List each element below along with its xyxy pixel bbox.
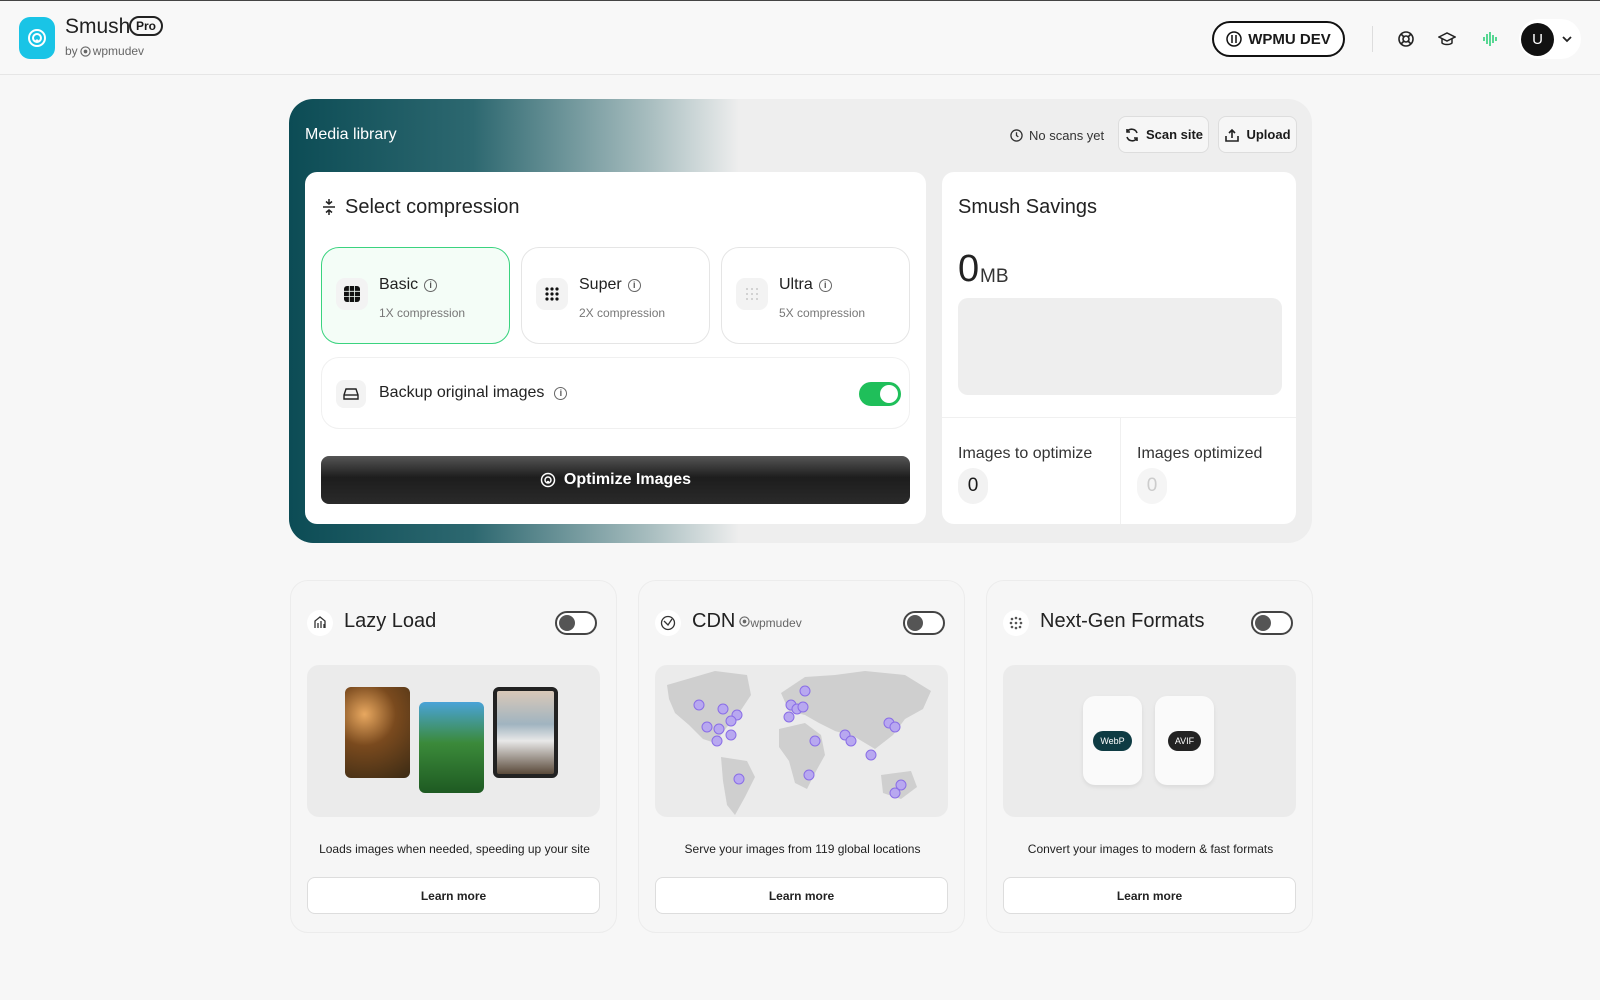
webp-chip: WebP (1083, 696, 1142, 785)
upload-icon (1225, 128, 1240, 142)
world-map-icon (667, 671, 931, 815)
smush-savings-card: Smush Savings 0 MB Images to optimize 0 … (942, 172, 1296, 524)
wpmu-dev-button[interactable]: WPMU DEV (1212, 21, 1345, 57)
images-to-optimize-count: 0 (958, 468, 988, 504)
savings-title: Smush Savings (958, 196, 1097, 218)
divider (1120, 417, 1121, 524)
top-header: Smush Pro by wpmudev WPMU DEV U (0, 0, 1600, 75)
next-gen-formats-icon (1003, 610, 1029, 636)
info-icon[interactable]: i (554, 386, 568, 400)
photo-placeholder (345, 687, 410, 778)
cdn-icon (655, 610, 681, 636)
savings-graph-placeholder (958, 298, 1282, 395)
media-library-title: Media library (305, 126, 397, 143)
lazy-load-toggle[interactable] (555, 611, 597, 635)
next-gen-formats-card: Next-Gen Formats WebP AVIF Convert your … (986, 580, 1313, 933)
clock-icon (1010, 129, 1023, 142)
avif-chip: AVIF (1155, 696, 1214, 785)
smush-logo-icon[interactable] (19, 17, 55, 59)
by-text: by (65, 44, 78, 58)
account-menu[interactable]: U (1519, 19, 1581, 59)
basic-sub: 1X compression (379, 306, 466, 320)
upload-label: Upload (1246, 127, 1291, 142)
savings-value: 0 (958, 248, 980, 290)
drive-icon (336, 380, 366, 408)
avatar[interactable]: U (1521, 22, 1554, 56)
scan-status: No scans yet (1010, 128, 1104, 143)
next-gen-formats-toggle[interactable] (1251, 611, 1293, 635)
super-label: Super i (579, 276, 641, 294)
grid-dense-icon (336, 278, 368, 310)
wpmu-dev-label: WPMU DEV (1248, 30, 1331, 48)
scan-site-button[interactable]: Scan site (1118, 116, 1209, 153)
images-optimized-label: Images optimized (1137, 445, 1263, 462)
compression-option-ultra[interactable]: Ultra i 5X compression (721, 247, 910, 344)
cdn-title-text: CDN (692, 610, 736, 632)
savings-unit: MB (980, 266, 1009, 287)
grid-sparse-icon (736, 278, 768, 310)
divider (942, 417, 1296, 418)
webp-badge: WebP (1093, 730, 1132, 751)
cdn-brand: wpmudev (739, 616, 802, 630)
wpmudev-logo-icon (1226, 31, 1242, 47)
compression-card: Select compression Basic i 1X compression… (305, 172, 926, 524)
backup-toggle[interactable] (859, 382, 901, 406)
basic-label: Basic i (379, 276, 438, 294)
scan-site-label: Scan site (1145, 127, 1204, 142)
academy-icon[interactable] (1436, 28, 1458, 50)
next-gen-formats-learn-more-button[interactable]: Learn more (1003, 877, 1296, 914)
cdn-description: Serve your images from 119 global locati… (684, 842, 921, 856)
select-compression-title: Select compression (345, 196, 520, 218)
lazy-load-icon (307, 610, 333, 636)
cdn-title: CDN wpmudev (692, 610, 802, 633)
grid-dots-icon (536, 278, 568, 310)
media-library-panel: Media library No scans yet Scan site Upl… (289, 99, 1312, 543)
compression-option-super[interactable]: Super i 2X compression (521, 247, 710, 344)
images-optimized-count: 0 (1137, 468, 1167, 504)
scan-status-text: No scans yet (1029, 128, 1105, 143)
optimize-images-button[interactable]: Optimize Images (321, 456, 910, 504)
next-gen-formats-description: Convert your images to modern & fast for… (1027, 842, 1274, 856)
chevron-down-icon[interactable] (1562, 35, 1572, 43)
photo-placeholder (493, 687, 558, 778)
info-icon[interactable]: i (627, 278, 641, 292)
smush-icon (540, 472, 556, 488)
info-icon[interactable]: i (818, 278, 832, 292)
lazy-load-learn-more-button[interactable]: Learn more (307, 877, 600, 914)
cdn-card: CDN wpmudev Serve your images from 119 g… (638, 580, 965, 933)
world-map-illustration (655, 665, 948, 817)
images-to-optimize-label: Images to optimize (958, 445, 1093, 462)
info-icon[interactable]: i (424, 278, 438, 292)
header-divider (1372, 26, 1373, 52)
activity-icon[interactable] (1479, 28, 1501, 50)
optimize-images-label: Optimize Images (563, 471, 692, 488)
cdn-toggle[interactable] (903, 611, 945, 635)
compression-option-basic[interactable]: Basic i 1X compression (321, 247, 510, 344)
avif-badge: AVIF (1167, 730, 1202, 751)
app-name: Smush (65, 15, 131, 38)
backup-label: Backup original images i (379, 384, 568, 402)
ultra-sub: 5X compression (779, 306, 866, 320)
lazy-load-illustration (307, 665, 600, 817)
by-line: by wpmudev (65, 44, 144, 58)
super-sub: 2X compression (579, 306, 666, 320)
formats-illustration: WebP AVIF (1003, 665, 1296, 817)
photo-placeholder (419, 702, 484, 793)
wpmudev-mark-icon (739, 616, 751, 627)
compress-icon (321, 198, 337, 221)
lazy-load-description: Loads images when needed, speeding up yo… (319, 842, 590, 856)
refresh-icon (1126, 127, 1138, 142)
backup-original-row: Backup original images i (321, 357, 910, 429)
by-brand: wpmudev (92, 44, 145, 58)
cdn-learn-more-button[interactable]: Learn more (655, 877, 948, 914)
pro-badge: Pro (129, 16, 164, 36)
lazy-load-card: Lazy Load Loads images when needed, spee… (290, 580, 617, 933)
lazy-load-title: Lazy Load (344, 610, 437, 632)
wpmudev-mark-icon (80, 45, 91, 57)
upload-button[interactable]: Upload (1218, 116, 1297, 153)
ultra-label: Ultra i (779, 276, 832, 294)
support-icon[interactable] (1395, 28, 1417, 50)
next-gen-formats-title: Next-Gen Formats (1040, 610, 1205, 632)
